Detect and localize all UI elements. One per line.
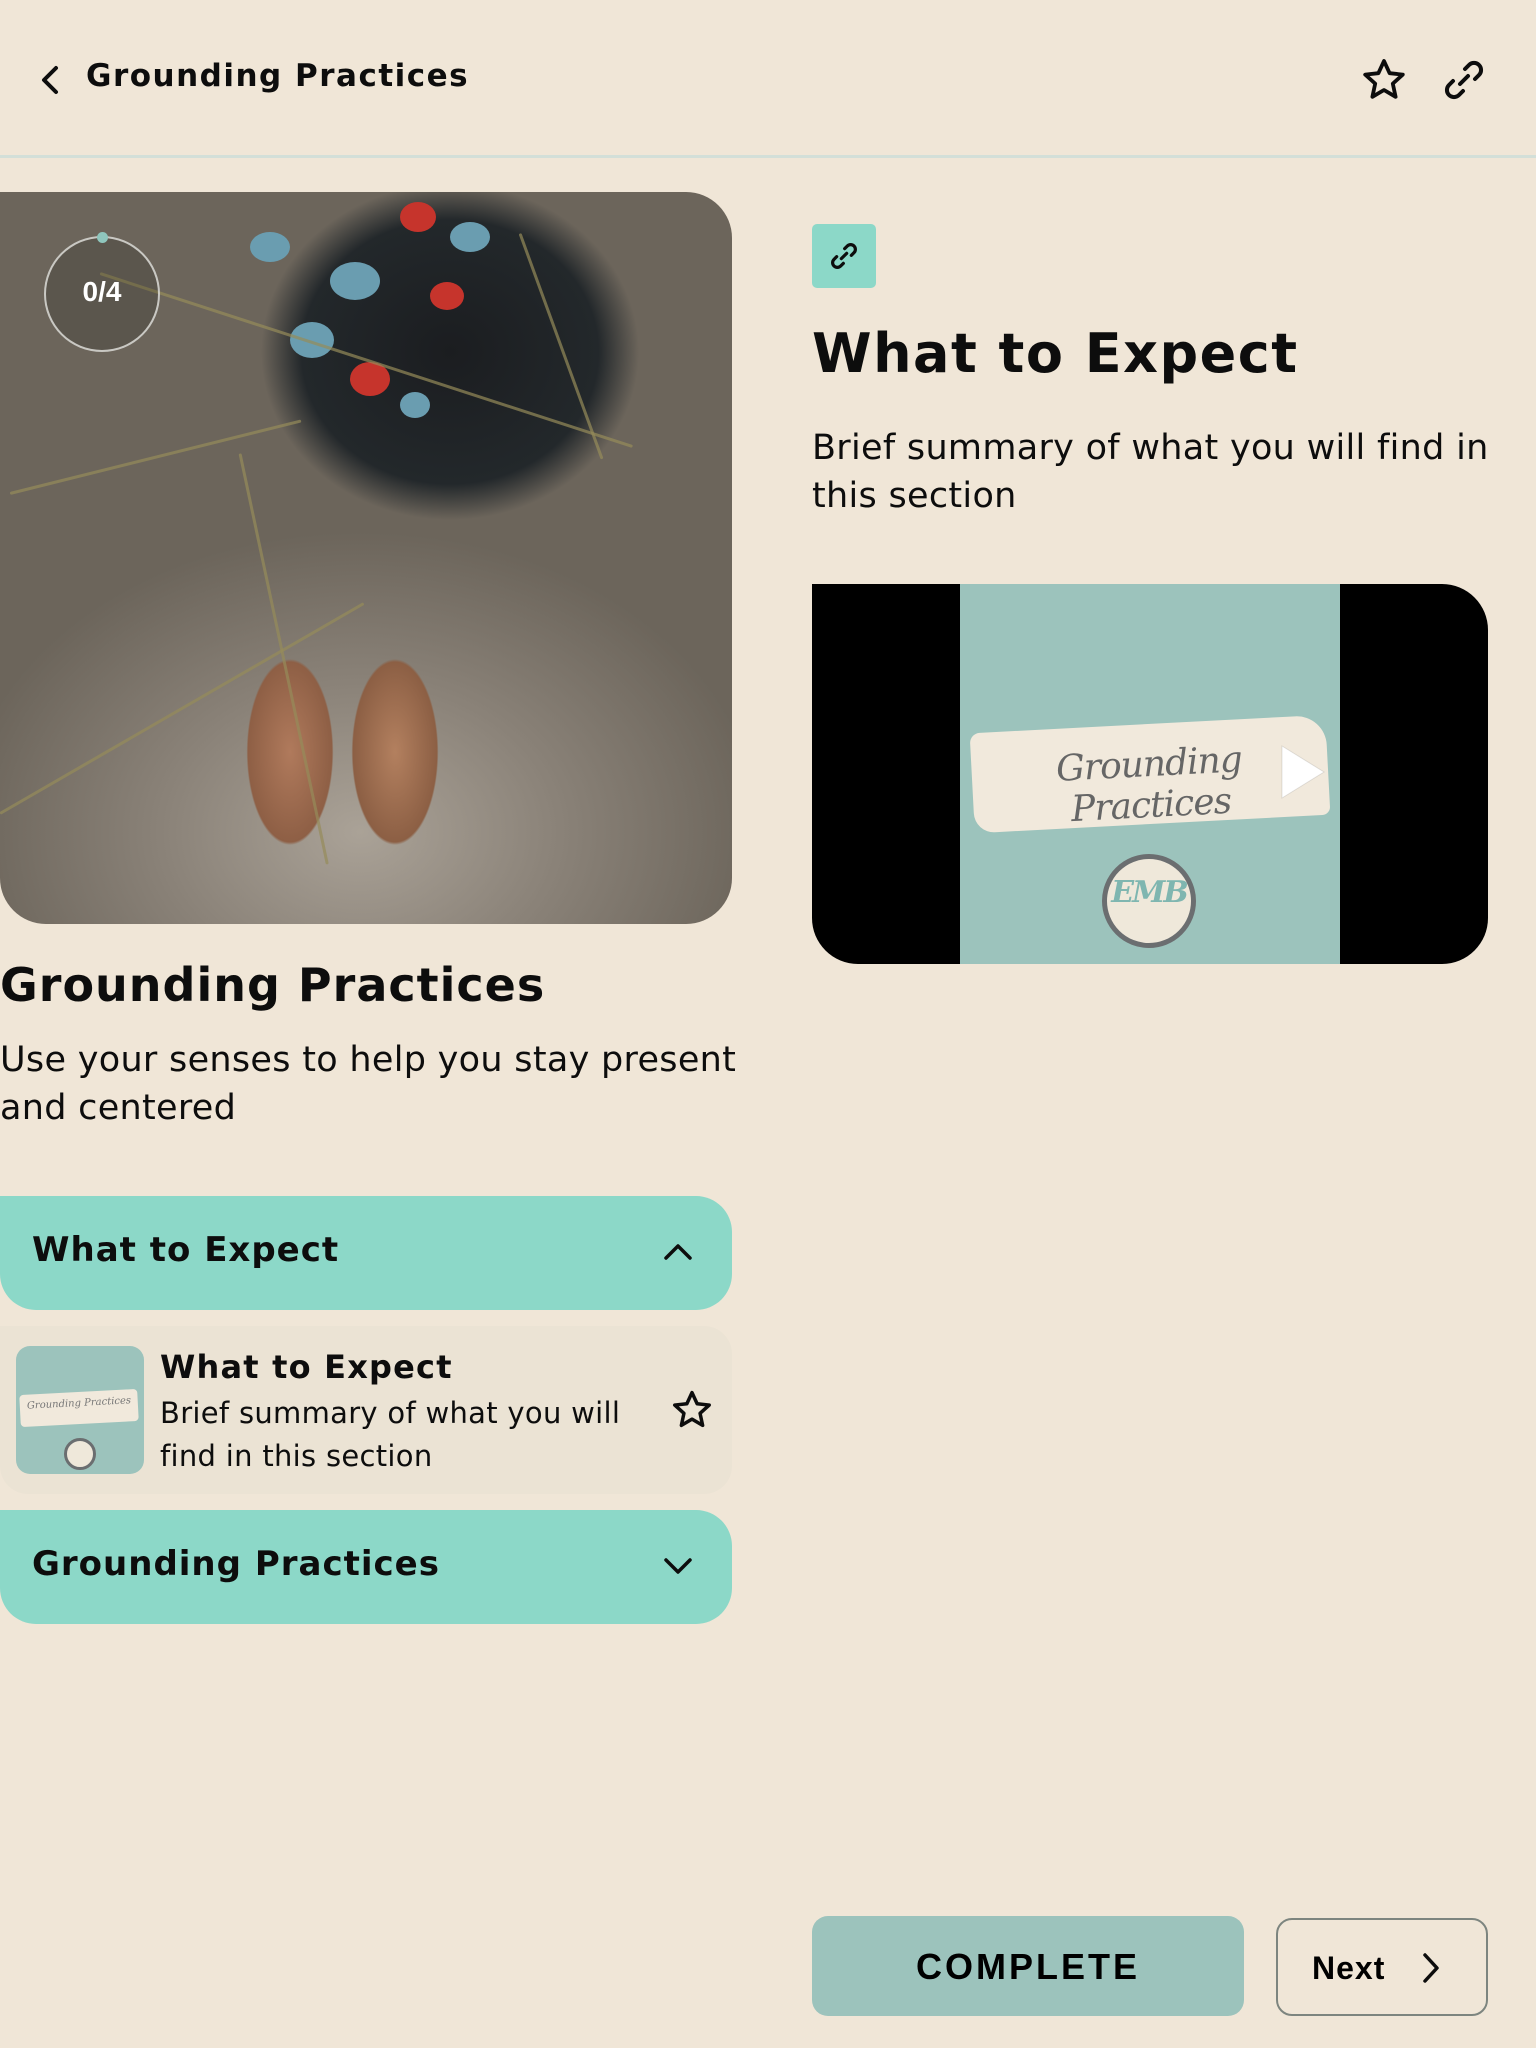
lesson-type-badge bbox=[812, 224, 876, 288]
video-cover-text: Grounding Practices bbox=[1055, 739, 1243, 831]
section-title: What to Expect bbox=[32, 1230, 340, 1270]
link-icon bbox=[1444, 60, 1484, 100]
chevron-down-icon bbox=[664, 1558, 692, 1574]
section-title: Grounding Practices bbox=[32, 1544, 440, 1584]
image-detail bbox=[450, 222, 490, 252]
play-icon[interactable] bbox=[1278, 742, 1328, 802]
emb-logo: EMB bbox=[1102, 854, 1196, 948]
image-detail bbox=[518, 232, 604, 460]
lesson-detail-description: Brief summary of what you will find in t… bbox=[812, 428, 1489, 516]
emb-logo-text: EMB bbox=[1111, 875, 1188, 910]
chevron-left-icon bbox=[42, 66, 58, 94]
course-title: Grounding Practices bbox=[0, 958, 546, 1012]
star-outline-icon bbox=[1363, 59, 1405, 99]
chevron-right-icon bbox=[1423, 1953, 1439, 1983]
video-player[interactable]: Grounding Practices EMB bbox=[812, 584, 1488, 964]
back-button[interactable] bbox=[36, 60, 66, 100]
lesson-favorite-button[interactable] bbox=[670, 1388, 714, 1432]
image-detail bbox=[430, 282, 464, 310]
lesson-detail-title: What to Expect bbox=[812, 322, 1299, 385]
course-description: Use your senses to help you stay present… bbox=[0, 1040, 737, 1128]
image-detail bbox=[330, 262, 380, 300]
header-title: Grounding Practices bbox=[86, 58, 470, 94]
image-detail bbox=[238, 453, 329, 865]
video-cover: Grounding Practices EMB bbox=[960, 584, 1340, 964]
progress-count: 0/4 bbox=[82, 276, 122, 307]
image-detail bbox=[9, 419, 302, 495]
progress-indicator-dot bbox=[97, 232, 108, 243]
share-link-button[interactable] bbox=[1440, 56, 1488, 104]
section-header-grounding-practices[interactable]: Grounding Practices bbox=[0, 1510, 732, 1624]
app-header: Grounding Practices bbox=[0, 0, 1536, 158]
complete-button[interactable]: COMPLETE bbox=[812, 1916, 1244, 2016]
section-header-what-to-expect[interactable]: What to Expect bbox=[0, 1196, 732, 1310]
next-button-label: Next bbox=[1312, 1950, 1386, 1986]
image-detail bbox=[99, 272, 634, 448]
favorite-button[interactable] bbox=[1360, 56, 1408, 104]
thumbnail-logo bbox=[64, 1438, 96, 1470]
link-icon bbox=[831, 243, 857, 269]
star-outline-icon bbox=[673, 1390, 711, 1428]
complete-button-label: COMPLETE bbox=[915, 1946, 1140, 1987]
lesson-description: Brief summary of what you will find in t… bbox=[160, 1396, 621, 1473]
image-detail bbox=[400, 202, 436, 232]
next-button[interactable]: Next bbox=[1276, 1918, 1488, 2016]
chevron-up-icon bbox=[664, 1244, 692, 1260]
progress-ring: 0/4 bbox=[44, 232, 160, 352]
lesson-thumbnail: Grounding Practices bbox=[16, 1346, 144, 1474]
lesson-title: What to Expect bbox=[160, 1348, 453, 1386]
image-detail bbox=[250, 232, 290, 262]
image-detail bbox=[400, 392, 430, 418]
lesson-list-item[interactable]: Grounding Practices What to Expect Brief… bbox=[0, 1326, 732, 1494]
